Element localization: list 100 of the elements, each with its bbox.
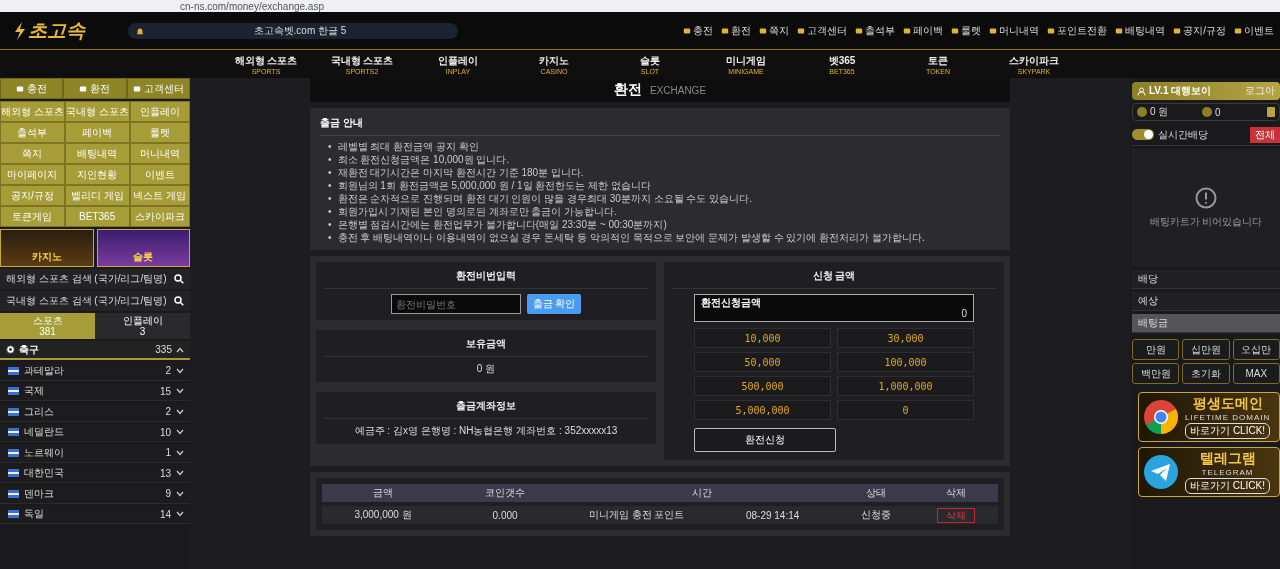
notice-text: 초고속벳.com 한글 5 xyxy=(252,23,348,38)
bullet-mark: • xyxy=(328,166,332,179)
bullet-mark: • xyxy=(328,140,332,153)
chevron-down-icon xyxy=(176,449,184,456)
password-field[interactable]: 환전비밀번호 xyxy=(390,294,521,314)
flag-icon xyxy=(8,510,19,519)
notice-item: 최소 환전신청금액은 10,000원 입니다. xyxy=(337,153,510,166)
notice-item: 레벨별 최대 환전금액 공지 확인 xyxy=(337,140,479,153)
notice-item: 회원님의 1회 환전금액은 5,000,000 원 / 1일 환전한도는 제한 없습니다 xyxy=(337,179,651,192)
card-title: 신청 금액 xyxy=(672,266,996,289)
notice-item: 회원가입시 기재된 본인 명의로된 계좌로만 출금이 가능합니다. xyxy=(337,205,617,218)
bullet-mark: • xyxy=(328,153,332,166)
account-info: 예금주 : 김x영 은행명 : NH농협은행 계좌번호 : 352xxxxx13 xyxy=(353,424,619,438)
top-link[interactable]: 배팅내역 xyxy=(1115,23,1166,38)
top-link[interactable]: 환전 xyxy=(721,23,752,38)
game-banner[interactable]: 카지노 xyxy=(0,229,94,267)
toggle-label: 실시간배당 xyxy=(1158,127,1209,142)
bullet-mark: • xyxy=(328,218,332,231)
search-icon xyxy=(174,296,184,306)
empty-cart-text: 배팅카트가 비어있습니다 xyxy=(1149,215,1263,229)
top-link[interactable]: 공지/규정 xyxy=(1173,23,1226,38)
notice-item: 환전은 순차적으로 진행되며 환전 대기 인원이 많을 경우최대 30분까지 소요될 수도 있습니다. xyxy=(337,192,752,205)
amount-button[interactable]: 100,000 xyxy=(837,352,974,372)
column-header: 상태 xyxy=(864,486,887,500)
submit-button[interactable]: 환전신청 xyxy=(694,428,836,452)
flag-icon xyxy=(8,428,19,437)
top-link[interactable]: 쪽지 xyxy=(759,23,790,38)
bullet-mark: • xyxy=(328,192,332,205)
amount-field[interactable]: 환전신청금액 0 xyxy=(694,294,974,322)
flag-icon xyxy=(8,366,19,375)
chevron-down-icon xyxy=(176,470,184,477)
sports-search[interactable]: 해외형 스포츠 검색 (국가/리그/팀명) xyxy=(0,269,190,289)
game-banner[interactable]: 슬롯 xyxy=(96,229,190,267)
card-title: 보유금액 xyxy=(324,334,648,357)
card-title: 출금계좌정보 xyxy=(324,396,648,419)
live-odds-toggle[interactable] xyxy=(1132,129,1154,140)
slip-row: 예상 xyxy=(1132,292,1280,311)
quick-button[interactable]: 충전 xyxy=(0,78,64,99)
chevron-down-icon xyxy=(176,511,184,518)
bet-amount-button[interactable]: 만원 xyxy=(1132,339,1180,360)
amount-button[interactable]: 10,000 xyxy=(694,328,831,348)
table-cell-text: 3,000,000 원 xyxy=(353,508,413,522)
chevron-down-icon xyxy=(176,388,184,395)
page-subtitle: EXCHANGE xyxy=(649,84,707,96)
chevron-up-icon xyxy=(176,346,184,353)
site-logo[interactable]: 초고속 xyxy=(14,17,114,44)
chevron-down-icon xyxy=(176,490,184,497)
amount-button[interactable]: 50,000 xyxy=(694,352,831,372)
bullet-mark: • xyxy=(328,231,332,244)
paper-plane-icon xyxy=(1143,454,1179,490)
page-title: 환전 xyxy=(613,81,642,99)
table-cell-text: 미니게임 충전 포인트 xyxy=(587,508,686,522)
top-link[interactable]: 고객센터 xyxy=(797,23,848,38)
slip-row: 배당 xyxy=(1132,270,1280,289)
quick-button[interactable]: 고객센터 xyxy=(126,78,190,99)
bet-amount-button[interactable]: 오십만 xyxy=(1232,339,1280,360)
league-header[interactable]: 축구 335 xyxy=(0,341,190,360)
table-cell-text: 신청중 xyxy=(859,508,892,522)
amount-button[interactable]: 500,000 xyxy=(694,376,831,396)
top-link[interactable]: 포인트전환 xyxy=(1047,23,1108,38)
sports-search[interactable]: 국내형 스포츠 검색 (국가/리그/팀명) xyxy=(0,291,190,311)
flag-icon xyxy=(8,407,19,416)
quick-button[interactable]: 환전 xyxy=(63,78,127,99)
user-icon xyxy=(1137,86,1146,96)
notice-item: 은행별 점검시간에는 환전업무가 불가합니다(매일 23:30분 ~ 00:30분까지) xyxy=(337,218,667,231)
bet-amount-button[interactable]: 십만원 xyxy=(1182,339,1230,360)
bet-amount-button[interactable]: 초기화 xyxy=(1182,363,1230,384)
bell-icon xyxy=(136,26,144,35)
user-level: LV.1 대행보이 xyxy=(1149,84,1213,98)
amount-button[interactable]: 1,000,000 xyxy=(837,376,974,396)
point-icon xyxy=(1202,107,1212,117)
chevron-down-icon xyxy=(176,429,184,436)
top-link[interactable]: 룰렛 xyxy=(951,23,982,38)
top-link[interactable]: 출석부 xyxy=(855,23,896,38)
notice-item: 충전 후 배팅내역이나 이용내역이 없으실 경우 돈세탁 등 악의적인 목적으로 보안에 문제가 발생할 수 있기에 환전처리가 불가합니다. xyxy=(337,231,925,244)
bullet-mark: • xyxy=(328,205,332,218)
chevron-down-icon xyxy=(176,408,184,415)
amount-button[interactable]: 30,000 xyxy=(837,328,974,348)
flag-icon xyxy=(8,489,19,498)
flag-icon xyxy=(8,469,19,478)
amount-button[interactable]: 0 xyxy=(837,400,974,420)
top-link[interactable]: 페이백 xyxy=(903,23,944,38)
top-link[interactable]: 이벤트 xyxy=(1234,23,1274,38)
search-icon xyxy=(174,274,184,284)
promo-banner[interactable]: 텔레그램 TELEGRAM 바로가기 CLICK! xyxy=(1138,447,1280,497)
bet-amount-button[interactable]: MAX xyxy=(1232,363,1280,384)
promo-banner[interactable]: 평생도메인 LIFETIME DOMAIN 바로가기 CLICK! xyxy=(1138,392,1280,442)
amount-button[interactable]: 5,000,000 xyxy=(694,400,831,420)
column-header: 삭제 xyxy=(944,486,967,500)
balance-value: 0 원 xyxy=(475,362,497,376)
sport-tab[interactable]: 인플레이 3 xyxy=(95,313,190,339)
table-cell-text: 08-29 14:14 xyxy=(744,509,801,521)
flag-icon xyxy=(8,387,19,396)
bet-amount-button[interactable]: 백만원 xyxy=(1132,363,1180,384)
top-link[interactable]: 충전 xyxy=(683,23,714,38)
column-header: 금액 xyxy=(372,486,394,500)
clear-button[interactable]: 전체 xyxy=(1250,126,1280,143)
coin-icon xyxy=(1137,107,1147,117)
top-link[interactable]: 머니내역 xyxy=(989,23,1040,38)
address-bar-url[interactable]: cn-ns.com/money/exchange.asp xyxy=(180,2,324,12)
